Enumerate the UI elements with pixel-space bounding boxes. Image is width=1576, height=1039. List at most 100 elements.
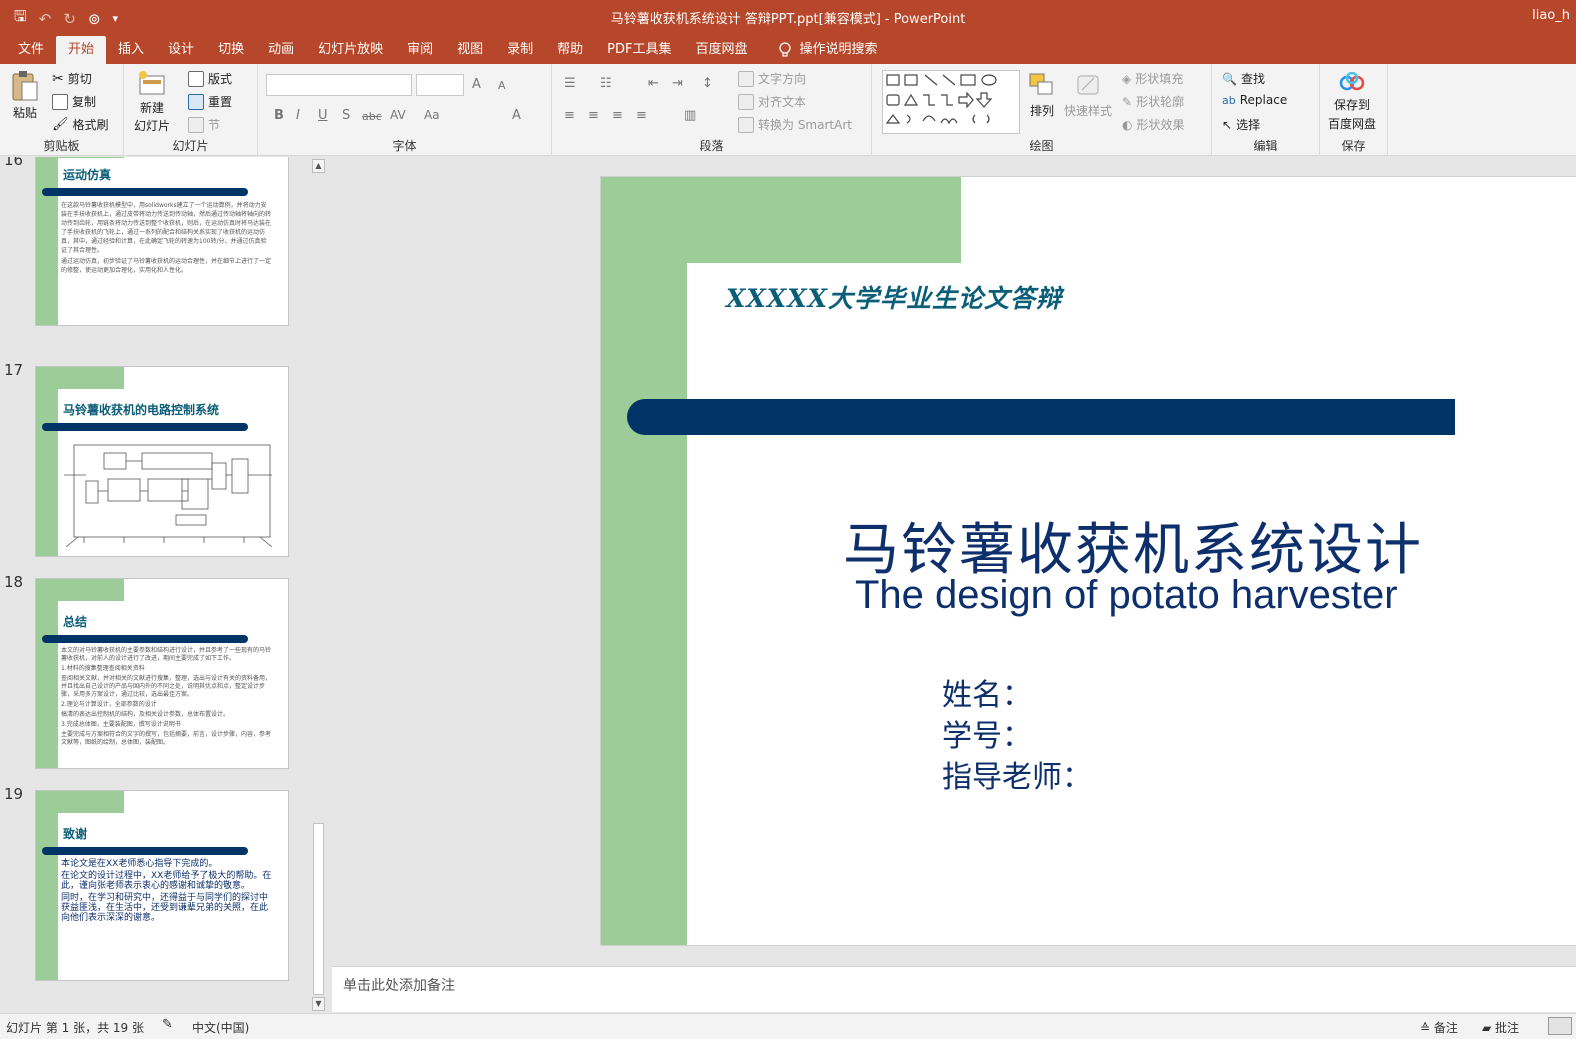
slide-thumbnail-18[interactable]: 总结 本文的对马铃薯收获机的主要参数和结构进行设计，并且参考了一些现有的马铃薯收… [35,578,289,769]
increase-indent-icon[interactable]: ⇥ [672,76,683,91]
shape-outline-button[interactable]: ✎ 形状轮廓 [1122,93,1184,110]
layout-button[interactable]: 版式 [188,70,232,87]
notes-toggle-button[interactable]: ≙ 备注 [1420,1019,1458,1036]
slide-thumbnail-17[interactable]: 马铃薯收获机的电路控制系统 [35,366,289,557]
tab-baidu-netdisk[interactable]: 百度网盘 [684,36,760,64]
line-spacing-icon[interactable]: ↕ [702,76,713,91]
tab-record[interactable]: 录制 [495,36,545,64]
align-right-icon[interactable]: ≡ [612,108,623,123]
paste-button[interactable]: 粘贴 [10,70,40,121]
notes-placeholder: 单击此处添加备注 [343,978,455,994]
tab-review[interactable]: 审阅 [395,36,445,64]
smartart-label: 转换为 SmartArt [758,118,852,132]
save-to-baidu-button[interactable]: 保存到 百度网盘 [1328,72,1376,132]
replace-button[interactable]: ab Replace [1222,93,1287,107]
cut-button[interactable]: ✂ 剪切 [52,70,92,87]
tab-animations[interactable]: 动画 [256,36,306,64]
character-spacing-button[interactable]: AV [390,108,406,122]
align-text-button[interactable]: 对齐文本 [738,93,806,110]
current-slide[interactable]: XXXXX大学毕业生论文答辩 马铃薯收获机系统设计 The design of … [600,176,1576,946]
thumb-navy-bar [42,188,248,196]
tab-transitions[interactable]: 切换 [206,36,256,64]
comments-button[interactable]: ▰ 批注 [1482,1019,1519,1036]
thumb-text: 本论文是在XX老师悉心指导下完成的。 在论文的设计过程中，XX老师给予了极大的帮… [61,859,272,925]
scroll-down-icon[interactable]: ▼ [312,997,325,1011]
slide-thumbnail-19[interactable]: 致谢 本论文是在XX老师悉心指导下完成的。 在论文的设计过程中，XX老师给予了极… [35,790,289,981]
tab-file[interactable]: 文件 [6,36,56,64]
arrange-button[interactable]: 排列 [1028,72,1056,119]
tab-design[interactable]: 设计 [156,36,206,64]
select-button[interactable]: ↖ 选择 [1222,116,1260,133]
section-button[interactable]: 节 [188,116,220,133]
tab-help[interactable]: 帮助 [545,36,595,64]
grow-font-icon[interactable]: A [472,77,481,92]
italic-button[interactable]: I [296,108,300,123]
tab-slideshow[interactable]: 幻灯片放映 [306,36,395,64]
thumb-bullet: 3.完成总体图，主要装配图，撰写设计说明书 [61,721,181,728]
slide-editor: XXXXX大学毕业生论文答辩 马铃薯收获机系统设计 The design of … [332,157,1576,964]
quick-styles-button[interactable]: 快速样式 [1064,72,1112,119]
slide-thumbnail-16[interactable]: 运动仿真 在这款马铃薯收获机模型中，用solidworks建立了一个运动算例，并… [35,157,289,326]
columns-icon[interactable]: ▥ [684,108,696,123]
normal-view-button[interactable] [1548,1017,1572,1035]
format-painter-button[interactable]: 🖌 格式刷 [52,116,109,133]
user-name[interactable]: liao_h [1532,8,1570,23]
bullets-icon[interactable]: ☰ [564,76,576,91]
new-slide-button[interactable]: 新建 幻灯片 [134,70,170,134]
cut-label: 剪切 [67,72,92,86]
tab-pdf-tools[interactable]: PDF工具集 [595,36,683,64]
thumb-bullet: 通过运动仿真，初步验证了马铃薯收获机的运动合理性，并在细节上进行了一定的修整，使… [61,258,272,274]
align-left-icon[interactable]: ≡ [564,108,575,123]
find-button[interactable]: 🔍 查找 [1222,70,1265,87]
underline-button[interactable]: U [318,108,328,123]
tab-insert[interactable]: 插入 [106,36,156,64]
scrollbar-thumb[interactable] [313,823,324,995]
name-label: 姓名： [942,678,1032,713]
shape-fill-label: 形状填充 [1135,72,1184,86]
scissors-icon: ✂ [52,70,64,87]
slide-subtitle[interactable]: The design of potato harvester [855,573,1398,618]
font-color-button[interactable]: A [512,108,521,123]
thumb-title: 致谢 [63,827,88,841]
baidu-netdisk-label: 百度网盘 [1328,117,1377,131]
student-info-block[interactable]: 姓名： 学号： 指导老师： [942,675,1092,798]
new-slide-label-2: 幻灯片 [134,119,171,133]
text-direction-icon [738,70,754,87]
shapes-gallery[interactable] [882,70,1020,134]
strikethrough-button[interactable]: abc [362,110,382,123]
shape-effects-button[interactable]: ◐ 形状效果 [1122,116,1185,133]
scroll-up-icon[interactable]: ▲ [312,159,325,173]
align-center-icon[interactable]: ≡ [588,108,599,123]
spelling-check-icon[interactable]: ✎ [162,1017,173,1032]
tab-view[interactable]: 视图 [445,36,495,64]
decrease-indent-icon[interactable]: ⇤ [648,76,659,91]
justify-icon[interactable]: ≡ [636,108,647,123]
find-label: 查找 [1240,72,1265,86]
language-indicator[interactable]: 中文(中国) [192,1019,249,1036]
tab-home[interactable]: 开始 [56,36,107,64]
clipboard-group: 粘贴 ✂ 剪切 复制 🖌 格式刷 剪贴板 [0,64,124,156]
thumb-green-top [36,367,124,389]
font-name-combo[interactable] [266,74,412,96]
reset-button[interactable]: 重置 [188,93,232,110]
change-case-button[interactable]: Aa [424,108,440,122]
university-heading[interactable]: XXXXX大学毕业生论文答辩 [726,279,1062,315]
slide-count: 幻灯片 第 1 张，共 19 张 [6,1021,144,1035]
tell-me-search[interactable]: 操作说明搜索 [760,36,878,64]
fill-bucket-icon: ◈ [1122,71,1132,86]
convert-smartart-button[interactable]: 转换为 SmartArt [738,116,852,133]
numbering-icon[interactable]: ☷ [600,76,612,91]
text-direction-button[interactable]: 文字方向 [738,70,806,87]
student-id-label: 学号： [942,719,1032,754]
copy-button[interactable]: 复制 [52,93,96,110]
drawing-group: 排列 快速样式 ◈ 形状填充 ✎ 形状轮廓 ◐ 形状效果 绘图 [872,64,1212,156]
bold-button[interactable]: B [274,108,284,123]
notes-pane[interactable]: 单击此处添加备注 [332,966,1576,1012]
font-size-combo[interactable] [416,74,464,96]
shrink-font-icon[interactable]: A [498,79,506,92]
thumb-text: 本文的对马铃薯收获机的主要参数和结构进行设计，并且参考了一些现有的马铃薯收获机，… [61,647,272,749]
shape-fill-button[interactable]: ◈ 形状填充 [1122,70,1183,87]
thumb-green-bar [36,367,58,556]
thumbnail-scrollbar[interactable]: ▲ ▼ [311,157,326,1013]
shadow-button[interactable]: S [342,108,350,123]
